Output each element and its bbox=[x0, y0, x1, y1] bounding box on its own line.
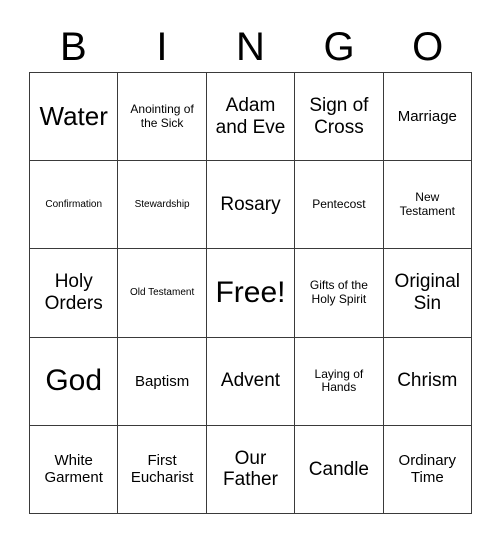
bingo-cell-label: Candle bbox=[308, 458, 369, 480]
bingo-cell-label: Pentecost bbox=[312, 196, 366, 211]
header-letter-b: B bbox=[59, 24, 87, 69]
bingo-cell-label: God bbox=[45, 364, 103, 398]
bingo-cell-label: Original Sin bbox=[394, 271, 461, 314]
header-letter-n: N bbox=[236, 24, 265, 69]
bingo-cell[interactable]: Holy Orders bbox=[30, 249, 119, 338]
bingo-cell-label: Stewardship bbox=[134, 199, 190, 211]
bingo-cell-label: New Testament bbox=[399, 190, 455, 218]
bingo-cell[interactable]: Confirmation bbox=[30, 161, 119, 250]
bingo-cell[interactable]: God bbox=[30, 337, 119, 426]
bingo-cell-label: Sign of Cross bbox=[309, 94, 369, 138]
bingo-cell[interactable]: Our Father bbox=[206, 425, 296, 514]
bingo-cell[interactable]: First Eucharist bbox=[118, 425, 207, 514]
bingo-cell[interactable]: Original Sin bbox=[383, 249, 472, 338]
bingo-cell[interactable]: Stewardship bbox=[118, 161, 207, 250]
bingo-cell-label: Laying of Hands bbox=[314, 366, 364, 395]
bingo-cell-label: Advent bbox=[220, 370, 281, 392]
bingo-cell-label: White Garment bbox=[44, 452, 103, 487]
bingo-cell[interactable]: Chrism bbox=[383, 337, 472, 426]
bingo-grid: Water Anointing of the Sick Adam and Eve Si… bbox=[29, 72, 472, 514]
header-letter-o: O bbox=[412, 24, 444, 69]
bingo-cell[interactable]: Water bbox=[30, 73, 119, 162]
bingo-cell-label: Holy Orders bbox=[44, 271, 103, 314]
bingo-cell-label: Marriage bbox=[397, 108, 457, 126]
bingo-cell[interactable]: Marriage bbox=[383, 73, 472, 162]
bingo-cell[interactable]: Laying of Hands bbox=[295, 337, 384, 426]
bingo-cell-label: Gifts of the Holy Spirit bbox=[309, 278, 368, 306]
bingo-cell-label: Anointing of the Sick bbox=[130, 101, 194, 130]
bingo-cell[interactable]: Candle bbox=[295, 425, 384, 514]
bingo-cell-label: Confirmation bbox=[45, 199, 103, 211]
bingo-cell[interactable]: Advent bbox=[206, 337, 296, 426]
bingo-cell[interactable]: Rosary bbox=[206, 161, 296, 250]
bingo-cell[interactable]: Sign of Cross bbox=[295, 73, 384, 162]
bingo-cell[interactable]: Old Testament bbox=[118, 249, 207, 338]
bingo-card: B I N G O Water Anointing of the Sick Adam… bbox=[0, 0, 500, 544]
bingo-cell-label: Rosary bbox=[220, 193, 281, 215]
bingo-cell[interactable]: White Garment bbox=[30, 425, 119, 514]
bingo-cell-label: Old Testament bbox=[129, 287, 195, 299]
bingo-cell[interactable]: Gifts of the Holy Spirit bbox=[295, 249, 384, 338]
bingo-cell-label: Free! bbox=[215, 275, 286, 309]
bingo-cell[interactable]: New Testament bbox=[383, 161, 472, 250]
bingo-header-row: B I N G O bbox=[29, 21, 472, 72]
bingo-cell-label: Our Father bbox=[223, 447, 278, 491]
bingo-cell-label: Ordinary Time bbox=[398, 452, 457, 487]
bingo-cell[interactable]: Anointing of the Sick bbox=[118, 73, 207, 162]
bingo-cell[interactable]: Baptism bbox=[118, 337, 207, 426]
header-letter-g: G bbox=[323, 24, 355, 69]
bingo-cell[interactable]: Ordinary Time bbox=[383, 425, 472, 514]
bingo-free-space[interactable]: Free! bbox=[206, 249, 296, 338]
bingo-cell-label: Adam and Eve bbox=[215, 94, 286, 138]
bingo-cell-label: First Eucharist bbox=[130, 452, 194, 487]
bingo-cell[interactable]: Adam and Eve bbox=[206, 73, 296, 162]
bingo-cell-label: Baptism bbox=[135, 372, 190, 390]
bingo-cell[interactable]: Pentecost bbox=[295, 161, 384, 250]
bingo-cell-label: Chrism bbox=[397, 370, 458, 392]
header-letter-i: I bbox=[156, 24, 168, 69]
bingo-cell-label: Water bbox=[39, 100, 108, 131]
